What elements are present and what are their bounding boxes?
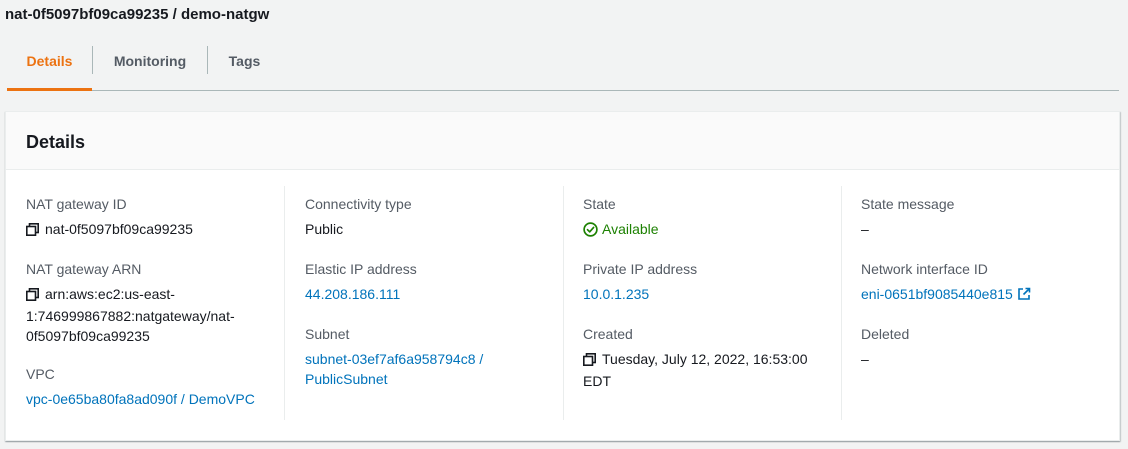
network-interface-text: eni-0651bf9085440e815 (861, 286, 1013, 302)
copy-icon[interactable] (26, 286, 39, 306)
tab-tags[interactable]: Tags (208, 42, 281, 88)
nat-gateway-id-text: nat-0f5097bf09ca99235 (45, 221, 193, 237)
subnet-label: Subnet (305, 326, 350, 342)
subnet-line-1: subnet-03ef7af6a958794c8 / (305, 351, 484, 367)
state-value: Available (583, 219, 833, 242)
nat-gateway-arn-line-1: arn:aws:ec2:us-east- (45, 286, 175, 302)
vpc-link[interactable]: vpc-0e65ba80fa8ad090f / DemoVPC (26, 389, 276, 409)
private-ip-field: Private IP address 10.0.1.235 (583, 259, 833, 304)
page-title: nat-0f5097bf09ca99235 / demo-natgw (5, 6, 270, 23)
created-field: Created Tuesday, July 12, 2022, 16:53:00… (583, 324, 833, 391)
elastic-ip-label: Elastic IP address (305, 261, 417, 277)
nat-gateway-arn-field: NAT gateway ARN arn:aws:ec2:us-east- 1:7… (26, 259, 276, 346)
column-divider (841, 186, 842, 420)
tab-monitoring[interactable]: Monitoring (93, 42, 207, 88)
network-interface-link[interactable]: eni-0651bf9085440e815 (861, 284, 1111, 306)
state-message-value: – (861, 221, 869, 237)
vpc-field: VPC vpc-0e65ba80fa8ad090f / DemoVPC (26, 364, 276, 409)
deleted-field: Deleted – (861, 324, 1111, 369)
nat-gateway-arn-label: NAT gateway ARN (26, 261, 142, 277)
created-label: Created (583, 326, 633, 342)
subnet-line-2: PublicSubnet (305, 371, 388, 387)
nat-gateway-arn-value: arn:aws:ec2:us-east- 1:746999867882:natg… (26, 284, 276, 346)
state-message-field: State message – (861, 194, 1111, 239)
elastic-ip-field: Elastic IP address 44.208.186.111 (305, 259, 555, 304)
nat-gateway-arn-line-3: 0f5097bf09ca99235 (26, 328, 150, 344)
deleted-label: Deleted (861, 326, 910, 342)
state-text: Available (602, 221, 659, 237)
column-divider (284, 186, 285, 420)
tab-bar: Details Monitoring Tags (7, 42, 1119, 91)
private-ip-link[interactable]: 10.0.1.235 (583, 284, 833, 304)
external-link-icon (1017, 286, 1031, 306)
connectivity-type-label: Connectivity type (305, 196, 412, 212)
subnet-field: Subnet subnet-03ef7af6a958794c8 / Public… (305, 324, 555, 389)
connectivity-type-value: Public (305, 221, 344, 237)
connectivity-type-field: Connectivity type Public (305, 194, 555, 239)
nat-gateway-arn-line-2: 1:746999867882:natgateway/nat- (26, 308, 235, 324)
details-panel: Details NAT gateway ID nat-0f5097bf09ca9… (5, 111, 1120, 441)
subnet-link[interactable]: subnet-03ef7af6a958794c8 / PublicSubnet (305, 349, 555, 389)
state-message-label: State message (861, 196, 955, 212)
state-field: State Available (583, 194, 833, 242)
created-line-1: Tuesday, July 12, 2022, 16:53:00 (602, 351, 808, 367)
copy-icon[interactable] (583, 351, 596, 371)
network-interface-field: Network interface ID eni-0651bf9085440e8… (861, 259, 1111, 306)
state-label: State (583, 196, 616, 212)
network-interface-label: Network interface ID (861, 261, 988, 277)
tab-details[interactable]: Details (7, 42, 92, 91)
private-ip-label: Private IP address (583, 261, 698, 277)
elastic-ip-link[interactable]: 44.208.186.111 (305, 284, 555, 304)
created-value: Tuesday, July 12, 2022, 16:53:00 EDT (583, 349, 833, 391)
copy-icon[interactable] (26, 221, 39, 241)
deleted-value: – (861, 351, 869, 367)
check-circle-icon (583, 222, 598, 242)
created-line-2: EDT (583, 373, 611, 389)
nat-gateway-id-value: nat-0f5097bf09ca99235 (26, 219, 276, 241)
details-heading: Details (26, 132, 86, 152)
details-panel-header (6, 112, 1119, 170)
nat-gateway-id-label: NAT gateway ID (26, 196, 127, 212)
vpc-label: VPC (26, 366, 55, 382)
nat-gateway-id-field: NAT gateway ID nat-0f5097bf09ca99235 (26, 194, 276, 241)
column-divider (563, 186, 564, 420)
